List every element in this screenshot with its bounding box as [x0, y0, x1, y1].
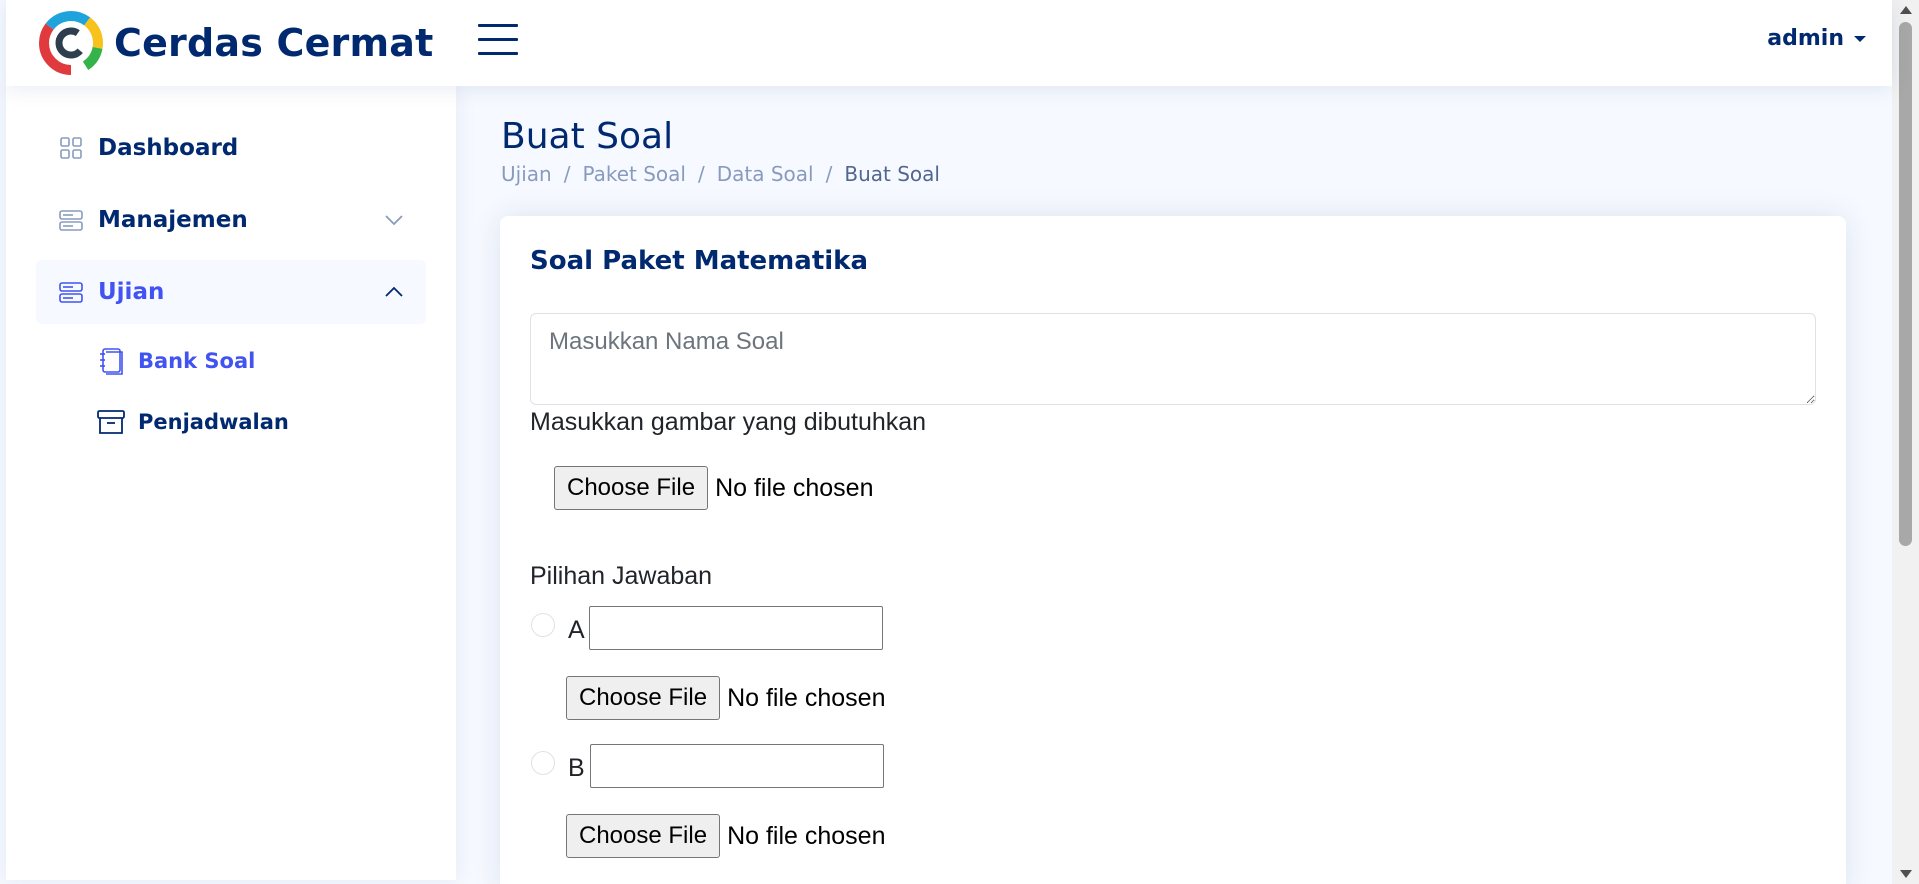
breadcrumb-data-soal[interactable]: Data Soal	[717, 162, 814, 186]
sidebar-subitem-penjadwalan[interactable]: Penjadwalan	[96, 402, 289, 442]
logo[interactable]: Cerdas Cermat	[38, 10, 434, 76]
page-scrollbar[interactable]	[1892, 0, 1919, 884]
question-form-card: Soal Paket Matematika Masukkan gambar ya…	[500, 216, 1846, 884]
sidebar-item-dashboard[interactable]: Dashboard	[36, 116, 426, 180]
option-a-input[interactable]	[589, 606, 883, 650]
sidebar-item-label: Ujian	[98, 279, 165, 305]
sidebar-toggle-button[interactable]	[478, 24, 518, 60]
layout-icon	[59, 282, 83, 303]
sidebar-item-label: Manajemen	[98, 207, 248, 233]
user-dropdown[interactable]: admin	[1767, 26, 1866, 51]
user-name: admin	[1767, 26, 1844, 51]
logo-icon	[39, 11, 103, 75]
option-a-radio[interactable]	[531, 613, 555, 637]
option-b-input[interactable]	[590, 744, 884, 788]
grid-icon	[60, 137, 82, 159]
chevron-down-icon	[385, 215, 403, 226]
breadcrumb-ujian[interactable]: Ujian	[501, 162, 552, 186]
breadcrumb: Ujian / Paket Soal / Data Soal / Buat So…	[501, 162, 940, 186]
sidebar-item-ujian[interactable]: Ujian	[36, 260, 426, 324]
hamburger-line	[478, 38, 518, 41]
option-b-file-input[interactable]: Choose File No file chosen	[566, 814, 886, 858]
archive-icon	[97, 410, 125, 434]
sidebar-item-manajemen[interactable]: Manajemen	[36, 188, 426, 252]
journals-icon	[100, 348, 123, 375]
brand-name: Cerdas Cermat	[114, 21, 434, 65]
file-status: No file chosen	[727, 683, 886, 712]
top-header: Cerdas Cermat admin	[6, 0, 1892, 86]
hamburger-icon	[478, 24, 518, 27]
option-b-letter: B	[568, 754, 585, 782]
scroll-up-arrow-icon[interactable]	[1900, 6, 1912, 14]
sidebar: Dashboard Manajemen Ujian Bank Soal Penj…	[6, 86, 456, 880]
breadcrumb-separator: /	[697, 162, 705, 186]
option-b-radio[interactable]	[531, 751, 555, 775]
choose-file-button[interactable]: Choose File	[566, 676, 721, 720]
sidebar-subitem-bank-soal[interactable]: Bank Soal	[96, 341, 255, 381]
breadcrumb-separator: /	[825, 162, 833, 186]
sidebar-subitem-label: Penjadwalan	[138, 410, 289, 434]
file-status: No file chosen	[715, 473, 874, 502]
choose-file-button[interactable]: Choose File	[566, 814, 721, 858]
sidebar-subitem-label: Bank Soal	[138, 349, 256, 373]
scroll-down-arrow-icon[interactable]	[1900, 870, 1912, 878]
choose-file-button[interactable]: Choose File	[554, 466, 709, 510]
answers-label: Pilihan Jawaban	[530, 562, 713, 590]
caret-down-icon	[1854, 35, 1866, 42]
option-a-letter: A	[568, 616, 585, 644]
image-label: Masukkan gambar yang dibutuhkan	[530, 408, 927, 436]
chevron-up-icon	[385, 286, 403, 297]
option-a-file-input[interactable]: Choose File No file chosen	[566, 676, 886, 720]
hamburger-line	[478, 52, 518, 55]
sidebar-item-label: Dashboard	[98, 135, 239, 161]
question-text-field[interactable]	[530, 313, 1816, 405]
layout-icon	[59, 210, 83, 231]
breadcrumb-separator: /	[563, 162, 571, 186]
breadcrumb-current: Buat Soal	[844, 162, 940, 186]
card-title: Soal Paket Matematika	[530, 246, 868, 276]
page-title: Buat Soal	[501, 116, 674, 157]
breadcrumb-paket-soal[interactable]: Paket Soal	[582, 162, 686, 186]
question-image-file-input[interactable]: Choose File No file chosen	[554, 466, 874, 510]
scrollbar-thumb[interactable]	[1899, 22, 1912, 546]
file-status: No file chosen	[727, 821, 886, 850]
